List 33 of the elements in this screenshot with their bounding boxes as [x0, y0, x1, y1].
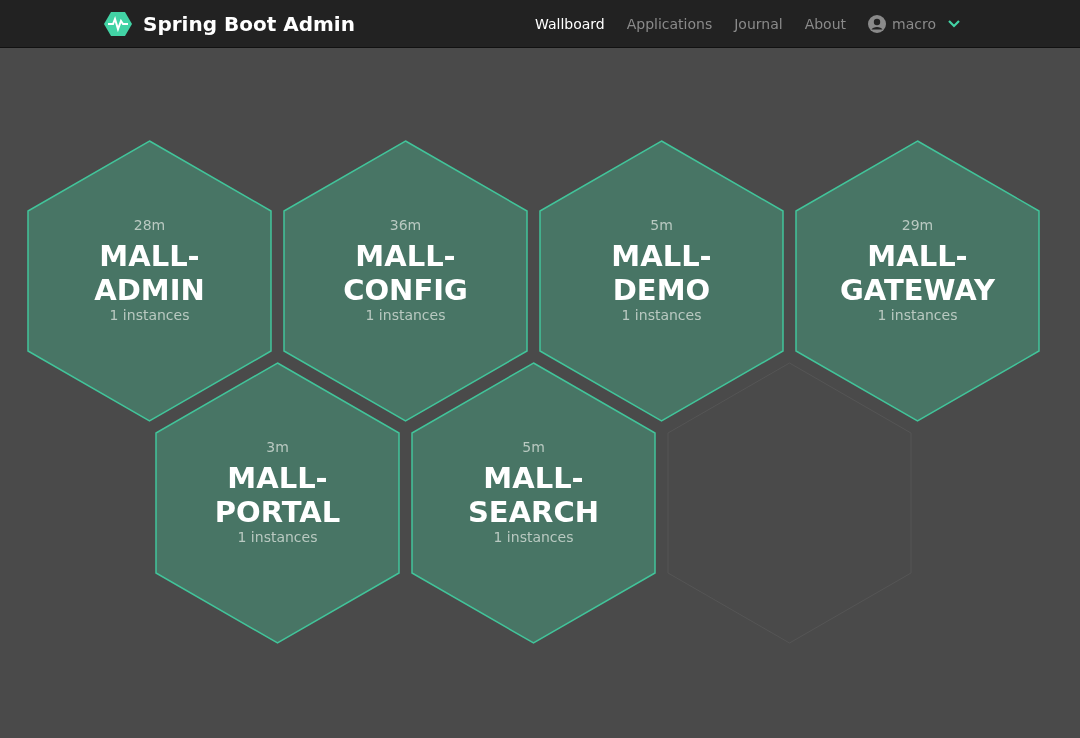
- application-name: MALL- GATEWAY: [840, 239, 995, 307]
- user-menu[interactable]: macro: [868, 14, 960, 33]
- uptime-text: 5m: [650, 217, 673, 233]
- application-name: MALL- DEMO: [611, 239, 712, 307]
- instance-count: 1 instances: [877, 307, 958, 323]
- user-icon: [868, 14, 887, 33]
- nav-link[interactable]: Wallboard: [534, 15, 605, 32]
- instance-count: 1 instances: [365, 307, 446, 323]
- uptime-text: 5m: [522, 439, 545, 455]
- hexagon-tile[interactable]: [27, 140, 272, 422]
- nav-link[interactable]: About: [804, 15, 847, 32]
- application-name: MALL- SEARCH: [468, 461, 599, 529]
- application-name: MALL- ADMIN: [94, 239, 205, 307]
- hexagon-tile[interactable]: [411, 362, 656, 644]
- uptime-text: 3m: [266, 439, 289, 455]
- instance-count: 1 instances: [493, 529, 574, 545]
- hexagon-tile[interactable]: [283, 140, 528, 422]
- instance-count: 1 instances: [237, 529, 318, 545]
- uptime-text: 29m: [901, 217, 934, 233]
- uptime-text: 36m: [389, 217, 422, 233]
- nav-link[interactable]: Applications: [626, 15, 713, 32]
- uptime-text: 28m: [133, 217, 166, 233]
- application-name: MALL- PORTAL: [214, 461, 341, 529]
- app-title: Spring Boot Admin: [143, 11, 355, 36]
- nav-link[interactable]: Journal: [734, 15, 783, 32]
- chevron-down-icon: [948, 19, 960, 28]
- instance-count: 1 instances: [621, 307, 702, 323]
- application-name: MALL- CONFIG: [343, 239, 468, 307]
- hexagon-tile[interactable]: [155, 362, 400, 644]
- logo-icon: [103, 10, 133, 37]
- hexagon-tile[interactable]: [795, 140, 1040, 422]
- instance-count: 1 instances: [109, 307, 190, 323]
- hexagon-tile[interactable]: [539, 140, 784, 422]
